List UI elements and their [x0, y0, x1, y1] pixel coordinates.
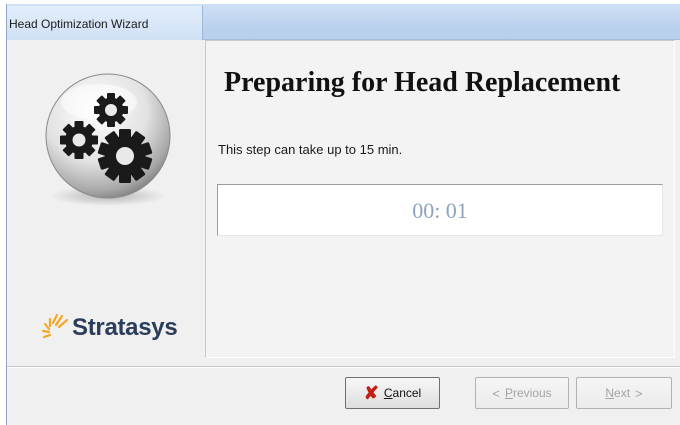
page-title: Preparing for Head Replacement — [224, 67, 621, 98]
cancel-button[interactable]: ✘ Cancel — [345, 377, 440, 409]
title-bar[interactable]: Head Optimization Wizard — [7, 4, 680, 40]
gears-icon — [45, 73, 171, 206]
timer-display: 00: 01 — [217, 184, 663, 236]
wizard-sidebar: Stratasys — [9, 40, 205, 360]
stratasys-logo-icon — [41, 313, 69, 339]
previous-button[interactable]: < Previous — [475, 377, 569, 409]
next-label: Next — [605, 386, 631, 400]
button-separator — [7, 366, 680, 368]
wizard-window: Head Optimization Wizard Stratasys Prepa… — [6, 4, 680, 425]
logo-text: Stratasys — [72, 314, 178, 341]
timer-value: 00: 01 — [412, 198, 468, 223]
content-panel: Preparing for Head Replacement This step… — [205, 40, 675, 358]
cancel-label: Cancel — [383, 386, 422, 400]
previous-label: Previous — [504, 386, 552, 400]
stratasys-logo: Stratasys — [41, 310, 178, 346]
cancel-x-icon: ✘ — [363, 383, 379, 403]
step-description: This step can take up to 15 min. — [218, 142, 403, 157]
arrow-right-icon: > — [635, 385, 643, 401]
next-button[interactable]: Next > — [576, 377, 672, 409]
window-title: Head Optimization Wizard — [9, 17, 149, 31]
title-tab: Head Optimization Wizard — [7, 6, 203, 40]
arrow-left-icon: < — [492, 385, 500, 401]
